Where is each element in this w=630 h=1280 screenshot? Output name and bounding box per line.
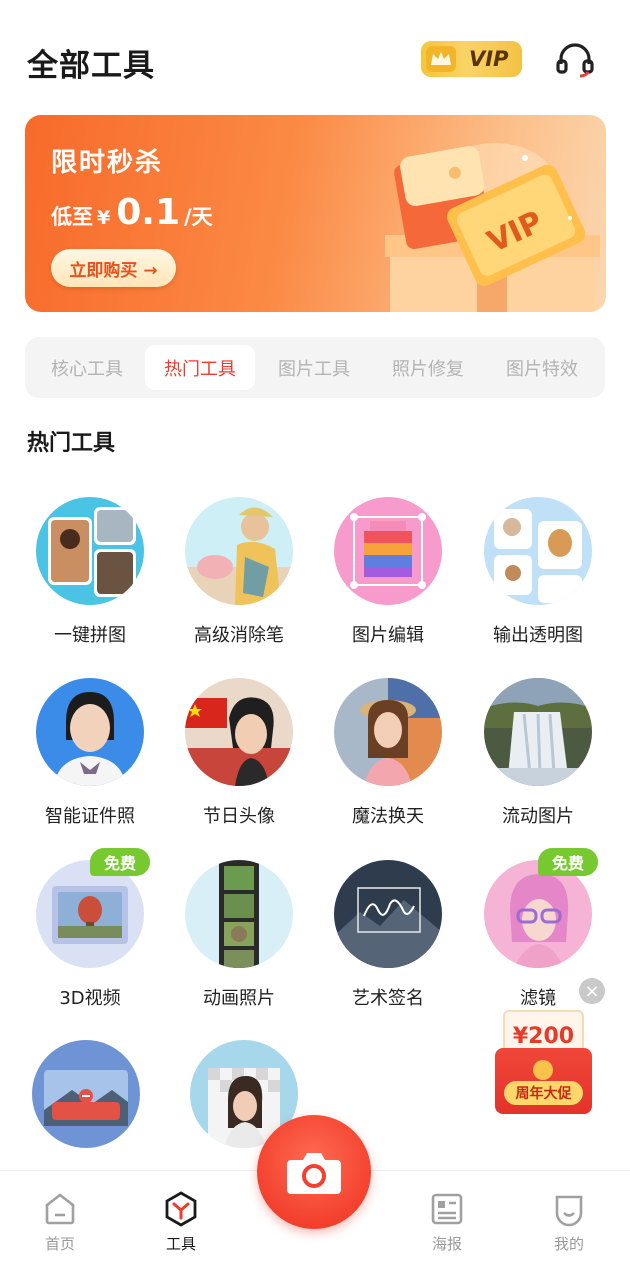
tool-label: 动画照片 bbox=[203, 988, 275, 1009]
nav-poster[interactable]: 海报 bbox=[407, 1191, 487, 1261]
buy-now-button[interactable]: 立即购买 → bbox=[51, 249, 176, 287]
nav-poster-label: 海报 bbox=[431, 1235, 462, 1253]
nav-home-label: 首页 bbox=[44, 1235, 75, 1253]
headset-icon[interactable] bbox=[555, 42, 595, 78]
free-badge: 免费 bbox=[538, 848, 598, 876]
magic-sky-icon bbox=[334, 678, 442, 786]
3d-video-icon bbox=[36, 860, 144, 968]
home-icon bbox=[45, 1193, 75, 1225]
promo-banner[interactable]: 限时秒杀 低至 ¥ 0.1 /天 立即购买 → VIP bbox=[25, 115, 606, 312]
nav-tools[interactable]: 工具 bbox=[141, 1191, 221, 1261]
holiday-avatar-icon bbox=[185, 678, 293, 786]
tab-photo-repair[interactable]: 照片修复 bbox=[373, 345, 483, 390]
tool-art-signature[interactable]: 艺术签名 bbox=[314, 860, 464, 1030]
waterfall-icon bbox=[484, 678, 592, 786]
packet-label: 周年大促 bbox=[504, 1081, 583, 1105]
nav-mine-label: 我的 bbox=[553, 1235, 584, 1253]
tool-image-edit[interactable]: 图片编辑 bbox=[314, 497, 464, 667]
tool-label: 艺术签名 bbox=[352, 988, 424, 1009]
tool-collage[interactable]: 一键拼图 bbox=[16, 497, 166, 667]
price-prefix: 低至 bbox=[51, 205, 93, 229]
transparent-output-icon bbox=[484, 497, 592, 605]
tool-label: 3D视频 bbox=[59, 988, 121, 1009]
price-currency: ¥ bbox=[97, 207, 111, 229]
filter-icon bbox=[484, 860, 592, 968]
collage-icon bbox=[36, 497, 144, 605]
packet-seal-icon bbox=[533, 1060, 553, 1080]
tools-hex-icon bbox=[165, 1191, 197, 1227]
tool-label: 输出透明图 bbox=[493, 625, 583, 646]
tool-eraser-pen[interactable]: 高级消除笔 bbox=[165, 497, 315, 667]
tool-id-photo[interactable]: 智能证件照 bbox=[16, 678, 166, 848]
film-strip-icon bbox=[185, 860, 293, 968]
camera-button[interactable] bbox=[257, 1115, 371, 1229]
anniversary-red-packet[interactable]: ¥200 周年大促 bbox=[495, 1010, 592, 1114]
poster-icon bbox=[431, 1193, 463, 1225]
nav-mine[interactable]: 我的 bbox=[529, 1191, 609, 1261]
page-title: 全部工具 bbox=[27, 48, 155, 84]
tool-label: 流动图片 bbox=[502, 806, 574, 827]
tool-label: 节日头像 bbox=[203, 806, 275, 827]
price-value: 0.1 bbox=[116, 192, 181, 233]
vip-gift-illustration: VIP bbox=[365, 123, 605, 312]
close-icon[interactable]: × bbox=[579, 978, 605, 1004]
camera-icon bbox=[287, 1153, 341, 1194]
tool-label: 智能证件照 bbox=[45, 806, 135, 827]
tool-label: 图片编辑 bbox=[352, 625, 424, 646]
tool-label: 魔法换天 bbox=[352, 806, 424, 827]
profile-face-icon bbox=[555, 1195, 583, 1227]
header: 全部工具 VIP bbox=[0, 0, 630, 110]
tool-label: 高级消除笔 bbox=[194, 625, 284, 646]
crown-icon bbox=[421, 41, 461, 77]
nav-tools-label: 工具 bbox=[165, 1235, 196, 1253]
tool-flowing-image[interactable]: 流动图片 bbox=[464, 678, 614, 848]
packet-amount: ¥200 bbox=[512, 1023, 575, 1049]
tool-animated-photo[interactable]: 动画照片 bbox=[165, 860, 315, 1030]
tab-hot-tools[interactable]: 热门工具 bbox=[145, 345, 255, 390]
art-signature-icon bbox=[334, 860, 442, 968]
tool-transparent-output[interactable]: 输出透明图 bbox=[464, 497, 614, 667]
image-edit-icon bbox=[334, 497, 442, 605]
tool-label: 一键拼图 bbox=[54, 625, 126, 646]
vip-button[interactable]: VIP bbox=[421, 41, 522, 77]
nav-home[interactable]: 首页 bbox=[20, 1191, 100, 1261]
tool-filter[interactable]: 免费 滤镜 bbox=[464, 848, 614, 1030]
tool-holiday-avatar[interactable]: 节日头像 bbox=[165, 678, 315, 848]
eraser-pen-icon bbox=[185, 497, 293, 605]
tab-image-tools[interactable]: 图片工具 bbox=[259, 345, 369, 390]
section-title: 热门工具 bbox=[27, 431, 116, 456]
tool-3d-video[interactable]: 免费 3D视频 bbox=[16, 848, 166, 1030]
category-tabs: 核心工具 热门工具 图片工具 照片修复 图片特效 bbox=[25, 337, 605, 398]
video-cutout-icon bbox=[32, 1040, 140, 1148]
vip-label: VIP bbox=[469, 47, 509, 71]
free-badge: 免费 bbox=[90, 848, 150, 876]
price-unit: /天 bbox=[184, 205, 213, 229]
banner-title: 限时秒杀 bbox=[51, 148, 164, 178]
tool-magic-sky[interactable]: 魔法换天 bbox=[314, 678, 464, 848]
id-photo-icon bbox=[36, 678, 144, 786]
banner-price: 低至 ¥ 0.1 /天 bbox=[51, 192, 213, 233]
tab-core-tools[interactable]: 核心工具 bbox=[32, 345, 142, 390]
tab-image-effects[interactable]: 图片特效 bbox=[487, 345, 597, 390]
